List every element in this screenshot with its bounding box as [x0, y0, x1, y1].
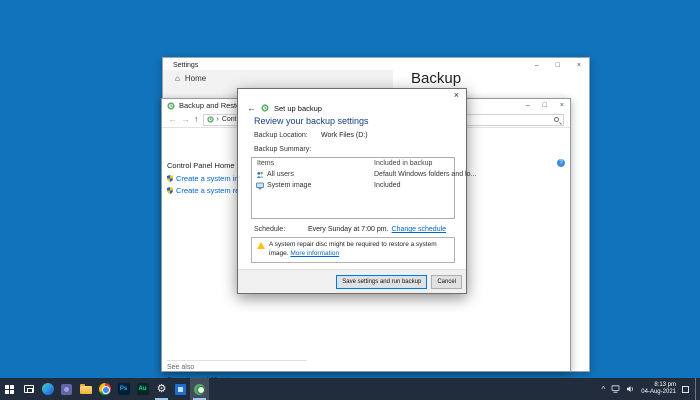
see-also-heading: See also: [167, 364, 194, 371]
search-icon: [554, 117, 559, 122]
network-icon[interactable]: [611, 385, 620, 393]
backup-summary-table: Items Included in backup All users Defau…: [251, 157, 455, 219]
audition-icon: Au: [137, 383, 149, 395]
dialog-nav: ← Set up backup: [238, 102, 466, 114]
more-information-link[interactable]: More information: [290, 250, 339, 257]
table-row[interactable]: All users Default Windows folders and lo…: [252, 169, 454, 180]
show-desktop-button[interactable]: [695, 378, 698, 400]
backup-location-value: Work Files (D:): [321, 132, 368, 139]
breadcrumb-chevron: ›: [217, 116, 219, 123]
warning-icon: [257, 242, 265, 249]
dialog-back-arrow-icon[interactable]: ←: [247, 104, 256, 113]
taskbar-item-settings[interactable]: ⚙: [152, 378, 171, 400]
taskbar-item-file-explorer[interactable]: [76, 378, 95, 400]
backup-restore-app-icon: [167, 102, 175, 110]
home-icon: ⌂: [175, 74, 180, 83]
cp-minimize-button[interactable]: –: [526, 102, 530, 109]
photoshop-icon: Ps: [118, 383, 130, 395]
back-arrow-icon[interactable]: ←: [168, 115, 177, 124]
taskbar-item-chrome[interactable]: [95, 378, 114, 400]
backup-restore-icon: [194, 384, 205, 395]
users-icon: [256, 171, 264, 179]
dialog-title: Set up backup: [274, 104, 322, 113]
breadcrumb-app-icon: [207, 116, 214, 123]
setup-backup-icon: [261, 104, 269, 112]
cancel-button[interactable]: Cancel: [431, 275, 462, 289]
chrome-icon: [99, 383, 111, 395]
photos-icon: [175, 384, 186, 395]
teams-icon: [61, 384, 72, 395]
start-button[interactable]: [0, 378, 19, 400]
sidebar-divider: [167, 360, 307, 361]
settings-close-button[interactable]: ×: [577, 62, 581, 69]
uac-shield-icon: [167, 187, 173, 194]
volume-icon[interactable]: [626, 385, 635, 393]
dialog-heading: Review your backup settings: [254, 116, 369, 126]
system-image-icon: [256, 182, 264, 190]
taskbar-icons: Ps Au ⚙: [0, 378, 209, 400]
settings-titlebar: Settings – □ ×: [163, 58, 589, 70]
backup-summary-label: Backup Summary:: [254, 146, 311, 153]
edge-icon: [42, 383, 54, 395]
cp-maximize-button[interactable]: □: [543, 102, 547, 109]
clock-date: 04-Aug-2021: [641, 389, 676, 396]
taskbar-item-audition[interactable]: Au: [133, 378, 152, 400]
row-item-name: All users: [267, 171, 294, 178]
taskbar-item-photos[interactable]: [171, 378, 190, 400]
system-tray: ^ 8:13 pm 04-Aug-2021: [602, 378, 700, 400]
settings-window-title: Settings: [173, 62, 198, 69]
row-included-value: Included: [374, 182, 400, 189]
up-arrow-icon[interactable]: ↑: [194, 115, 199, 124]
taskbar-clock[interactable]: 8:13 pm 04-Aug-2021: [641, 382, 676, 396]
file-explorer-icon: [80, 386, 92, 394]
backup-location-label: Backup Location:: [254, 132, 308, 139]
schedule-label: Schedule:: [254, 226, 308, 233]
forward-arrow-icon[interactable]: →: [181, 115, 190, 124]
row-item-name: System image: [267, 182, 311, 189]
taskbar-item-backup-restore[interactable]: [190, 378, 209, 400]
cp-close-button[interactable]: ×: [560, 102, 564, 109]
task-view-button[interactable]: [19, 378, 38, 400]
row-included-value: Default Windows folders and lo...: [374, 171, 476, 178]
page-title: Backup: [411, 70, 461, 87]
tray-expand-caret-icon[interactable]: ^: [602, 386, 606, 394]
dialog-titlebar: ×: [238, 89, 466, 102]
settings-maximize-button[interactable]: □: [556, 62, 560, 69]
clock-time: 8:13 pm: [654, 382, 676, 389]
gear-icon: ⚙: [157, 384, 167, 395]
uac-shield-icon: [167, 175, 173, 182]
setup-backup-dialog: × ← Set up backup Review your backup set…: [237, 88, 467, 294]
table-header: Items Included in backup: [252, 158, 454, 169]
dialog-close-button[interactable]: ×: [454, 91, 459, 100]
settings-minimize-button[interactable]: –: [535, 62, 539, 69]
dialog-footer: Save settings and run backup Cancel: [238, 269, 466, 293]
warning-box: A system repair disc might be required t…: [251, 237, 455, 263]
taskbar-item-edge[interactable]: [38, 378, 57, 400]
help-icon[interactable]: ?: [557, 159, 565, 167]
sidebar-home-label: Home: [185, 74, 206, 83]
change-schedule-link[interactable]: Change schedule: [392, 226, 447, 233]
save-settings-run-backup-button[interactable]: Save settings and run backup: [336, 275, 427, 289]
schedule-row: Schedule: Every Sunday at 7:00 pm. Chang…: [254, 226, 446, 233]
windows-logo-icon: [5, 385, 14, 394]
sidebar-item-home[interactable]: ⌂ Home: [175, 74, 393, 83]
column-header-items: Items: [257, 160, 274, 167]
warning-text: A system repair disc might be required t…: [269, 241, 449, 259]
taskbar-item-photoshop[interactable]: Ps: [114, 378, 133, 400]
taskbar-item-teams[interactable]: [57, 378, 76, 400]
table-row[interactable]: System image Included: [252, 180, 454, 191]
column-header-included: Included in backup: [374, 160, 432, 167]
task-view-icon: [24, 385, 34, 393]
taskbar: Ps Au ⚙ ^: [0, 378, 700, 400]
action-center-icon[interactable]: [682, 386, 689, 393]
search-input[interactable]: [460, 114, 564, 126]
schedule-value: Every Sunday at 7:00 pm.: [308, 226, 389, 233]
control-panel-home-link[interactable]: Control Panel Home: [167, 161, 235, 170]
desktop: Settings – □ × ⌂ Home Backup: [0, 0, 700, 400]
